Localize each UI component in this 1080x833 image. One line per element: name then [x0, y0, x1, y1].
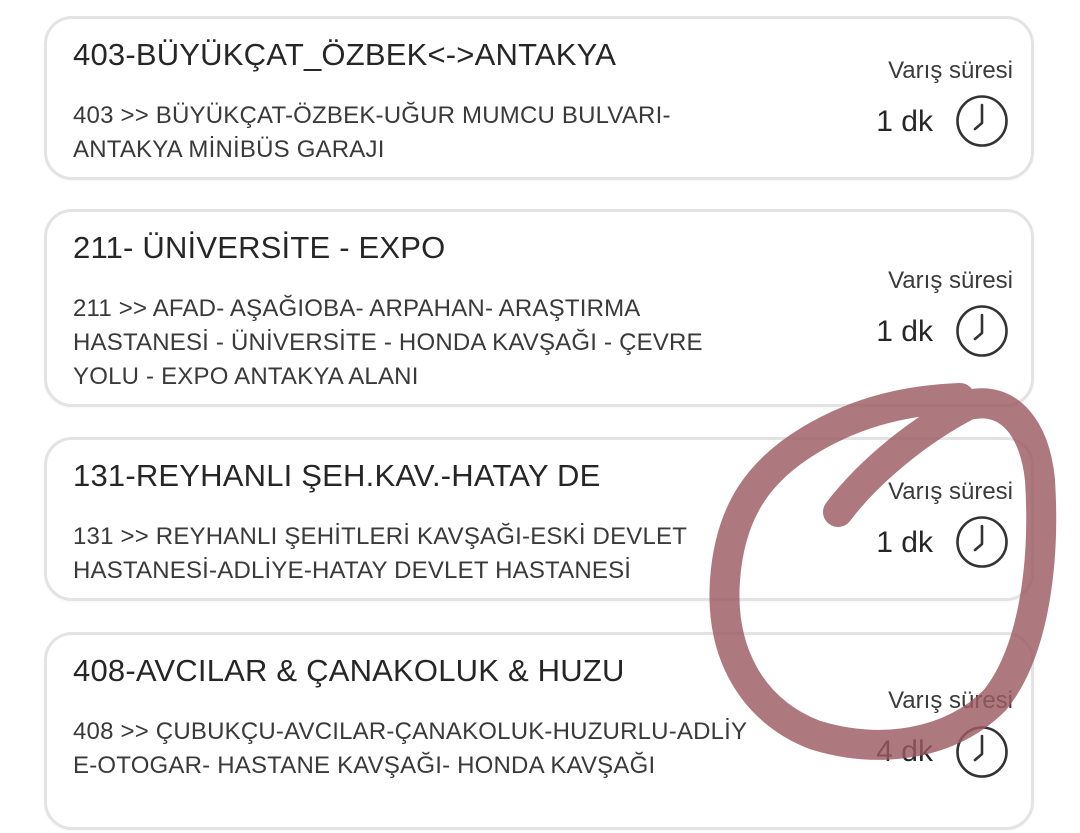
route-card-403[interactable]: 403-BÜYÜKÇAT_ÖZBEK<->ANTAKYA 403 >> BÜYÜ…: [44, 16, 1034, 180]
clock-icon: [956, 305, 1008, 357]
route-title: 211- ÜNİVERSİTE - EXPO: [73, 230, 446, 265]
clock-icon: [956, 95, 1008, 147]
eta-value: 4 dk: [876, 735, 933, 768]
route-description: 211 >> AFAD- AŞAĞIOBA- ARPAHAN- ARAŞTIRM…: [73, 295, 703, 390]
eta-label: Varış süresi: [888, 478, 1013, 505]
route-title: 408-AVCILAR & ÇANAKOLUK & HUZU: [73, 653, 625, 688]
route-description: 131 >> REYHANLI ŞEHİTLERİ KAVŞAĞI-ESKİ D…: [73, 523, 687, 584]
eta-value: 1 dk: [876, 105, 933, 138]
route-card-131[interactable]: 131-REYHANLI ŞEH.KAV.-HATAY DE 131 >> RE…: [44, 437, 1034, 601]
route-title: 131-REYHANLI ŞEH.KAV.-HATAY DE: [73, 458, 601, 493]
route-title: 403-BÜYÜKÇAT_ÖZBEK<->ANTAKYA: [73, 37, 617, 72]
clock-icon: [956, 726, 1008, 778]
eta-value: 1 dk: [876, 315, 933, 348]
eta-label: Varış süresi: [888, 687, 1013, 714]
eta-value: 1 dk: [876, 526, 933, 559]
route-card-211[interactable]: 211- ÜNİVERSİTE - EXPO 211 >> AFAD- AŞAĞ…: [44, 209, 1034, 407]
route-description: 403 >> BÜYÜKÇAT-ÖZBEK-UĞUR MUMCU BULVARI…: [73, 102, 671, 163]
route-card-408[interactable]: 408-AVCILAR & ÇANAKOLUK & HUZU 408 >> ÇU…: [44, 632, 1034, 830]
eta-label: Varış süresi: [888, 57, 1013, 84]
route-description: 408 >> ÇUBUKÇU-AVCILAR-ÇANAKOLUK-HUZURLU…: [73, 718, 748, 779]
eta-label: Varış süresi: [888, 267, 1013, 294]
clock-icon: [956, 516, 1008, 568]
